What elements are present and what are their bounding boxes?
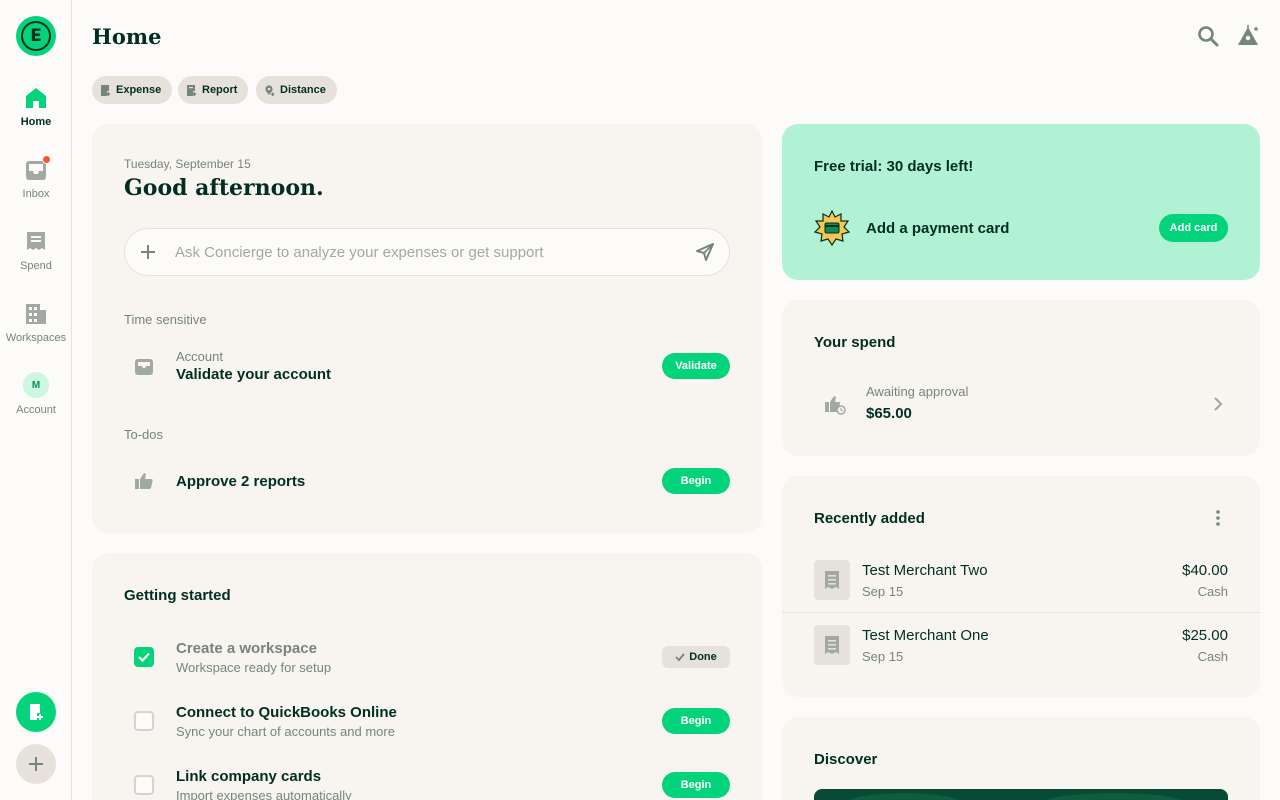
sidebar-item-label: Workspaces (5, 332, 67, 344)
thumbs-up-icon (135, 473, 153, 489)
sidebar: E Home Inbox Spend Workspaces M Account (0, 0, 72, 800)
plus-icon[interactable] (139, 243, 157, 261)
time-sensitive-heading: Time sensitive (124, 312, 207, 327)
add-card-button[interactable]: Add card (1159, 214, 1228, 242)
todos-heading: To-dos (124, 427, 164, 442)
discover-card: Discover (782, 717, 1260, 800)
new-expense-button[interactable] (16, 692, 56, 732)
plus-icon (29, 757, 43, 771)
new-receipt-icon (30, 704, 43, 720)
discover-banner-art (849, 793, 1181, 800)
home-icon (24, 86, 48, 110)
notification-dot (42, 155, 51, 164)
quick-action-distance[interactable]: Distance (256, 76, 337, 104)
sidebar-item-workspaces[interactable]: Workspaces (0, 302, 72, 344)
page-title: Home (92, 24, 162, 49)
chip-label: Distance (280, 84, 326, 96)
sidebar-item-label: Account (16, 404, 56, 416)
discover-banner[interactable] (814, 789, 1228, 800)
awaiting-approval-label: Awaiting approval (866, 384, 969, 399)
avatar: M (23, 372, 49, 398)
discover-heading: Discover (814, 751, 878, 768)
sidebar-item-account[interactable]: M Account (0, 372, 72, 416)
pending-approval-icon (825, 396, 846, 415)
task-title: Create a workspace (176, 640, 317, 657)
trial-title: Free trial: 30 days left! (814, 158, 974, 175)
greeting-title: Good afternoon. (124, 175, 324, 201)
quick-action-report[interactable]: Report (178, 76, 249, 104)
done-label: Done (689, 651, 717, 663)
create-button[interactable] (16, 744, 56, 784)
checkbox-create-workspace[interactable] (134, 647, 154, 667)
expense-date: Sep 15 (862, 584, 904, 599)
merchant-name[interactable]: Test Merchant Two (862, 562, 988, 579)
row-divider (782, 612, 1260, 613)
more-options-icon[interactable] (1208, 508, 1228, 528)
checkmark-icon (675, 653, 685, 662)
checkmark-icon (138, 652, 150, 663)
your-spend-heading: Your spend (814, 334, 896, 351)
product-training-icon[interactable] (1236, 24, 1260, 48)
chevron-right-icon[interactable] (1208, 394, 1228, 414)
sidebar-item-label: Home (20, 116, 52, 128)
free-trial-card: Free trial: 30 days left! Add a payment … (782, 124, 1260, 280)
sidebar-item-spend[interactable]: Spend (0, 230, 72, 272)
current-date: Tuesday, September 15 (124, 157, 251, 171)
expense-type: Cash (1197, 584, 1228, 599)
approve-begin-button[interactable]: Begin (662, 468, 730, 494)
your-spend-card: Your spend Awaiting approval $65.00 (782, 300, 1260, 456)
concierge-input-bar (124, 228, 730, 276)
validate-button[interactable]: Validate (662, 353, 730, 379)
sidebar-item-inbox[interactable]: Inbox (0, 155, 72, 200)
awaiting-approval-amount: $65.00 (866, 405, 912, 422)
sidebar-item-label: Spend (20, 260, 52, 272)
sidebar-item-home[interactable]: Home (0, 86, 72, 128)
done-status: Done (662, 646, 730, 668)
checkbox-connect-quickbooks[interactable] (134, 711, 154, 731)
expense-date: Sep 15 (862, 649, 904, 664)
expense-type: Cash (1197, 649, 1228, 664)
expense-amount: $40.00 (1182, 562, 1228, 579)
receipt-plus-icon (101, 84, 111, 96)
inbox-icon (24, 155, 51, 182)
getting-started-heading: Getting started (124, 587, 231, 604)
sidebar-item-label: Inbox (22, 188, 50, 200)
expensify-logo[interactable]: E (16, 16, 56, 56)
task-title: Link company cards (176, 768, 322, 785)
recently-added-card: Recently added Test Merchant Two Sep 15 … (782, 476, 1260, 697)
receipt-icon (24, 230, 48, 254)
receipt-icon (825, 636, 839, 654)
logo-letter: E (21, 21, 51, 51)
time-sensitive-category: Account (176, 349, 223, 364)
building-icon (24, 302, 48, 326)
getting-started-card: Getting started Create a workspace Works… (92, 553, 762, 800)
task-subtitle: Sync your chart of accounts and more (176, 724, 395, 739)
concierge-input[interactable] (175, 229, 675, 275)
task-subtitle: Import expenses automatically (176, 788, 352, 800)
location-pin-icon (265, 84, 275, 96)
greeting-card: Tuesday, September 15 Good afternoon. Ti… (92, 124, 762, 533)
receipt-thumbnail[interactable] (814, 560, 850, 600)
quickbooks-begin-button[interactable]: Begin (662, 708, 730, 734)
checkbox-link-cards[interactable] (134, 775, 154, 795)
search-icon[interactable] (1196, 24, 1220, 48)
chip-label: Expense (116, 84, 162, 96)
chip-label: Report (202, 84, 238, 96)
task-title: Connect to QuickBooks Online (176, 704, 397, 721)
receipt-icon (825, 571, 839, 589)
receipt-thumbnail[interactable] (814, 625, 850, 665)
todo-title: Approve 2 reports (176, 473, 306, 490)
send-icon[interactable] (695, 242, 715, 262)
recently-added-heading: Recently added (814, 510, 925, 527)
time-sensitive-title: Validate your account (176, 366, 332, 383)
merchant-name[interactable]: Test Merchant One (862, 627, 989, 644)
quick-action-expense[interactable]: Expense (92, 76, 173, 104)
task-subtitle: Workspace ready for setup (176, 660, 332, 675)
payment-label: Add a payment card (866, 220, 1010, 237)
link-cards-begin-button[interactable]: Begin (662, 772, 730, 798)
report-plus-icon (187, 84, 197, 96)
mailbox-icon (135, 359, 153, 375)
payment-card-icon (813, 209, 851, 247)
expense-amount: $25.00 (1182, 627, 1228, 644)
